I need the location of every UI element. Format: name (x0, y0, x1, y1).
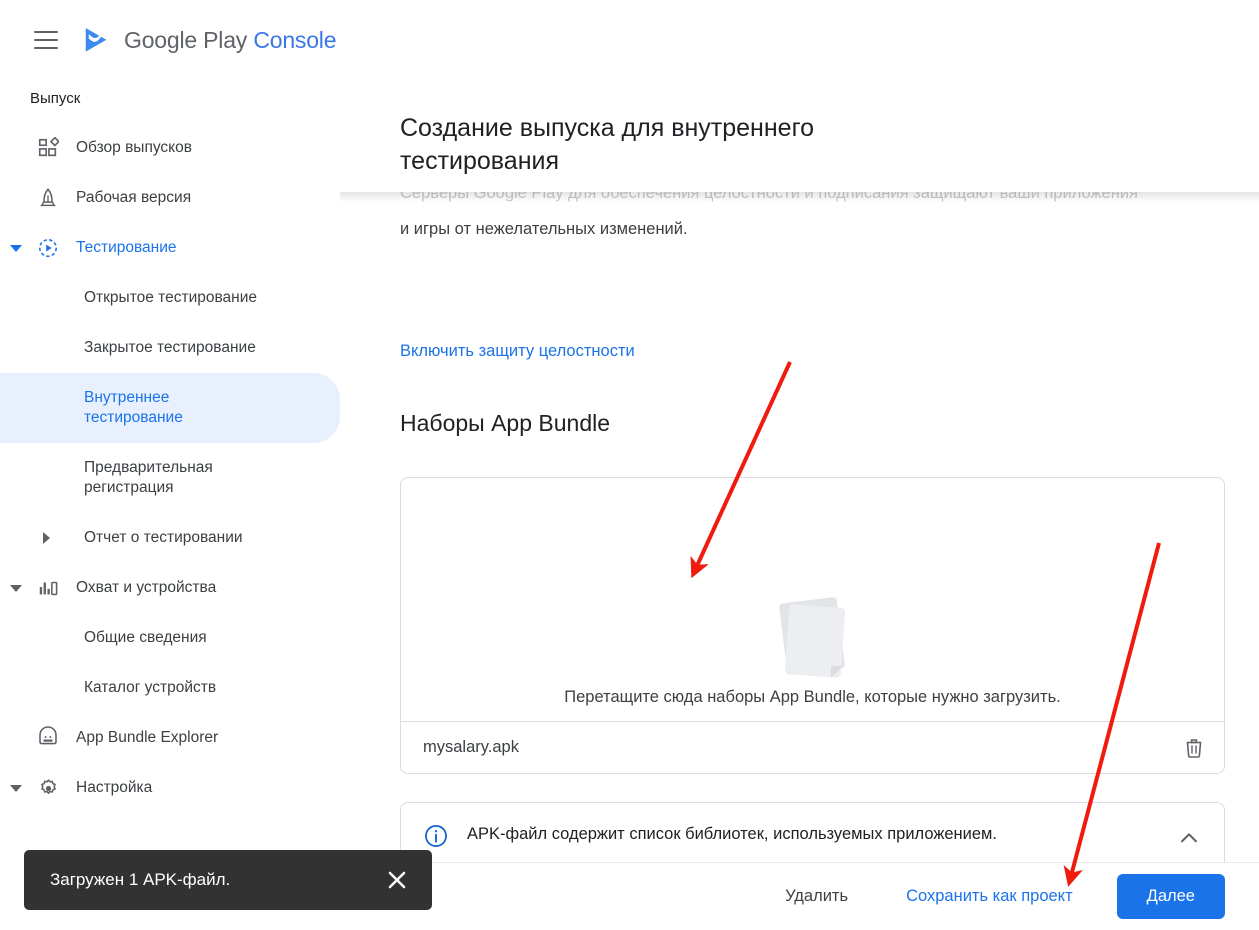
info-card-header: APK-файл содержит список библиотек, испо… (423, 823, 1202, 854)
upload-toast: Загружен 1 APK-файл. (24, 850, 432, 910)
chevron-up-icon[interactable] (1176, 823, 1202, 851)
info-card-title: APK-файл содержит список библиотек, испо… (467, 825, 997, 843)
gear-icon (36, 776, 60, 800)
dropzone-hint: Перетащите сюда наборы App Bundle, котор… (564, 688, 1061, 706)
sticky-page-header: Создание выпуска для внутреннего тестиро… (340, 80, 1259, 192)
next-button[interactable]: Далее (1116, 874, 1225, 919)
dashboard-icon (36, 136, 60, 160)
chevron-down-icon[interactable] (8, 784, 24, 792)
sidebar-item-reach-and-devices[interactable]: Охват и устройства (0, 563, 340, 613)
save-as-draft-button[interactable]: Сохранить как проект (892, 877, 1087, 916)
hamburger-menu-icon[interactable] (34, 31, 58, 49)
sidebar-item-pre-registration[interactable]: Предварительная регистрация (0, 443, 340, 513)
sidebar-item-label: Охват и устройства (76, 578, 217, 596)
header-shadow (340, 192, 1259, 202)
brand-text: Google Play Console (124, 26, 337, 54)
delete-button[interactable]: Удалить (771, 877, 862, 916)
sidebar-item-general-info[interactable]: Общие сведения (0, 613, 340, 663)
sidebar-item-setup[interactable]: Настройка (0, 763, 340, 813)
testing-icon (36, 236, 60, 260)
bar-chart-device-icon (36, 576, 60, 600)
main-content: Серверы Google Play для обеспечения цело… (340, 80, 1259, 930)
file-name: mysalary.apk (423, 738, 519, 756)
sidebar-item-label: Предварительная регистрация (84, 458, 213, 496)
sidebar-item-label: Каталог устройств (84, 678, 217, 696)
sidebar-item-label: Рабочая версия (76, 188, 192, 206)
sidebar-item-production[interactable]: Рабочая версия (0, 173, 340, 223)
chevron-down-icon[interactable] (8, 584, 24, 592)
bottom-action-bar: Удалить Сохранить как проект Далее (340, 862, 1259, 930)
uploaded-file-row[interactable]: mysalary.apk (400, 721, 1225, 774)
toast-message: Загружен 1 APK-файл. (50, 870, 231, 889)
chevron-down-icon[interactable] (8, 244, 24, 252)
files-stack-graphic (765, 596, 861, 693)
sidebar: Выпуск Обзор выпусков Рабочая версия Тес… (0, 80, 340, 930)
sidebar-item-closed-testing[interactable]: Закрытое тестирование (0, 323, 340, 373)
integrity-intro-line2: и игры от нежелательных изменений. (400, 220, 688, 238)
page-title: Создание выпуска для внутреннего тестиро… (400, 114, 815, 175)
sidebar-item-open-testing[interactable]: Открытое тестирование (0, 273, 340, 323)
sidebar-item-app-bundle-explorer[interactable]: App Bundle Explorer (0, 713, 340, 763)
rocket-icon (36, 186, 60, 210)
chevron-right-icon[interactable] (38, 532, 54, 544)
sidebar-item-internal-testing[interactable]: Внутреннее тестирование (0, 373, 340, 443)
sidebar-item-label: Внутреннее тестирование (84, 388, 183, 426)
sidebar-item-testing[interactable]: Тестирование (0, 223, 340, 273)
sidebar-item-label: Общие сведения (84, 628, 207, 646)
top-app-bar: Google Play Console (0, 0, 1259, 80)
android-box-icon (36, 726, 60, 750)
enable-integrity-link[interactable]: Включить защиту целостности (400, 342, 635, 361)
sidebar-section-title: Выпуск (30, 90, 81, 107)
sidebar-item-label: Закрытое тестирование (84, 338, 256, 356)
sidebar-item-label: Отчет о тестировании (84, 528, 243, 546)
sidebar-item-releases-overview[interactable]: Обзор выпусков (0, 123, 340, 173)
sidebar-item-label: App Bundle Explorer (76, 728, 219, 746)
close-icon[interactable] (384, 867, 410, 893)
sidebar-item-label: Обзор выпусков (76, 138, 192, 156)
section-title-app-bundles: Наборы App Bundle (400, 410, 611, 436)
brand-console: Console (253, 26, 337, 53)
brand-google-play: Google Play (124, 26, 248, 53)
brand-logo[interactable]: Google Play Console (82, 25, 337, 55)
sidebar-item-device-catalog[interactable]: Каталог устройств (0, 663, 340, 713)
google-play-triangle-icon (85, 28, 107, 52)
sidebar-item-label: Открытое тестирование (84, 288, 257, 306)
delete-file-icon[interactable] (1182, 736, 1206, 760)
sidebar-item-label: Тестирование (76, 238, 177, 256)
app-bundle-dropzone[interactable]: Перетащите сюда наборы App Bundle, котор… (400, 477, 1225, 756)
sidebar-item-testing-report[interactable]: Отчет о тестировании (0, 513, 340, 563)
